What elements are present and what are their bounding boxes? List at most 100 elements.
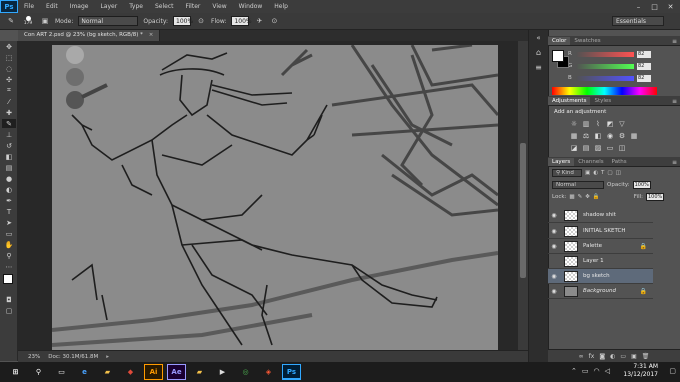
menu-type[interactable]: Type — [123, 3, 149, 10]
scrollbar-thumb[interactable] — [520, 143, 526, 278]
visibility-eye-icon[interactable]: ◉ — [548, 288, 560, 295]
task-view-icon[interactable]: ▭ — [52, 364, 71, 380]
menu-filter[interactable]: Filter — [180, 3, 207, 10]
canvas[interactable] — [52, 45, 498, 350]
red-slider[interactable]: R 82 — [568, 50, 676, 58]
clock[interactable]: 7:31 AM 13/12/2017 — [623, 363, 658, 379]
folder-icon[interactable]: ▰ — [190, 364, 209, 380]
photoshop-app-icon[interactable]: Ps — [282, 364, 301, 380]
file-explorer-icon[interactable]: ▰ — [98, 364, 117, 380]
brush-tool-icon[interactable]: ✎ — [6, 16, 16, 26]
color-lookup-icon[interactable]: ▦ — [630, 132, 638, 140]
menu-image[interactable]: Image — [64, 3, 95, 10]
panel-foreground-swatch[interactable] — [552, 50, 564, 62]
tab-channels[interactable]: Channels — [574, 158, 607, 166]
pressure-size-icon[interactable]: ⊙ — [269, 16, 279, 26]
color-swatches[interactable] — [2, 273, 17, 293]
layer-row[interactable]: ◉ INITIAL SKETCH — [548, 224, 653, 239]
fill-field[interactable]: 100% — [646, 193, 664, 201]
layer-style-icon[interactable]: fx — [589, 353, 595, 360]
threshold-icon[interactable]: ▨ — [594, 144, 602, 152]
blend-mode-select[interactable]: Normal — [552, 181, 604, 189]
foreground-color-swatch[interactable] — [3, 274, 13, 284]
windows-start-icon[interactable]: ⊞ — [6, 364, 25, 380]
battery-icon[interactable]: ▭ — [582, 367, 589, 375]
layer-name[interactable]: INITIAL SKETCH — [583, 228, 626, 234]
curves-icon[interactable]: ⌇ — [594, 120, 602, 128]
opacity-field[interactable]: 100% — [173, 16, 193, 26]
menu-view[interactable]: View — [206, 3, 232, 10]
clone-stamp-tool-icon[interactable]: ⊥ — [2, 130, 16, 139]
layer-opacity-field[interactable]: 100% — [632, 181, 651, 189]
marquee-tool-icon[interactable]: ⬚ — [2, 53, 16, 62]
status-arrow-icon[interactable]: ▸ — [106, 354, 109, 360]
layer-row[interactable]: ◉ Palette 🔒 — [548, 239, 653, 254]
layer-name[interactable]: Layer 1 — [583, 258, 604, 264]
posterize-icon[interactable]: ▤ — [582, 144, 590, 152]
search-icon[interactable]: ⚲ — [29, 364, 48, 380]
levels-icon[interactable]: ▥ — [582, 120, 590, 128]
layer-row[interactable]: ◉ Layer 1 — [548, 254, 653, 269]
crop-tool-icon[interactable]: ⌗ — [2, 86, 16, 95]
menu-edit[interactable]: Edit — [40, 3, 64, 10]
healing-brush-tool-icon[interactable]: ✚ — [2, 108, 16, 117]
panel-menu-icon[interactable]: ≡ — [669, 98, 680, 105]
menu-help[interactable]: Help — [268, 3, 294, 10]
menu-select[interactable]: Select — [149, 3, 180, 10]
lock-position-icon[interactable]: ✥ — [585, 194, 590, 200]
flow-field[interactable]: 100% — [231, 16, 252, 26]
mode-select[interactable]: Normal — [78, 16, 139, 26]
visibility-eye-icon[interactable]: ◉ — [548, 273, 560, 280]
tab-styles[interactable]: Styles — [590, 97, 615, 105]
filter-adjustment-icon[interactable]: ◐ — [593, 170, 598, 176]
blue-track[interactable] — [576, 75, 634, 81]
layer-row-selected[interactable]: ◉ bg sketch — [548, 269, 653, 284]
filter-smart-icon[interactable]: ◫ — [616, 170, 621, 176]
more-tools-icon[interactable]: ⋯ — [2, 262, 16, 271]
lock-pixels-icon[interactable]: ✎ — [578, 194, 583, 200]
green-value[interactable]: 82 — [637, 62, 651, 70]
filter-pixel-icon[interactable]: ▣ — [585, 170, 590, 176]
color-spectrum-bar[interactable] — [552, 87, 657, 95]
lock-transparent-icon[interactable]: ▩ — [569, 194, 574, 200]
green-slider[interactable]: G 82 — [568, 62, 676, 70]
zoom-level[interactable]: 23% — [28, 354, 40, 360]
close-tab-icon[interactable]: × — [149, 32, 154, 38]
blur-tool-icon[interactable]: ● — [2, 174, 16, 183]
black-white-icon[interactable]: ◧ — [594, 132, 602, 140]
tray-arrow-icon[interactable]: ⌃ — [571, 367, 577, 375]
notifications-icon[interactable]: ▢ — [669, 367, 676, 375]
dodge-tool-icon[interactable]: ◐ — [2, 185, 16, 194]
quick-select-tool-icon[interactable]: ✣ — [2, 75, 16, 84]
zoom-tool-icon[interactable]: ⚲ — [2, 251, 16, 260]
tab-adjustments[interactable]: Adjustments — [548, 97, 591, 105]
maximize-icon[interactable]: □ — [647, 0, 662, 13]
filter-shape-icon[interactable]: ▢ — [607, 170, 612, 176]
menu-layer[interactable]: Layer — [94, 3, 123, 10]
tab-swatches[interactable]: Swatches — [570, 37, 604, 45]
media-app-icon[interactable]: ▶ — [213, 364, 232, 380]
history-panel-icon[interactable]: ⌂ — [529, 48, 548, 57]
after-effects-app-icon[interactable]: Ae — [167, 364, 186, 380]
quick-mask-icon[interactable]: ◘ — [2, 295, 16, 304]
layer-name[interactable]: bg sketch — [583, 273, 610, 279]
filter-type-icon[interactable]: T — [601, 170, 604, 176]
eyedropper-tool-icon[interactable]: ⁄ — [2, 97, 16, 106]
workspace-select[interactable]: Essentials — [612, 16, 664, 26]
invert-icon[interactable]: ◪ — [570, 144, 578, 152]
chrome-icon[interactable]: ◎ — [236, 364, 255, 380]
layer-row[interactable]: ◉ shadow shit — [548, 208, 653, 223]
properties-panel-icon[interactable]: ≡ — [529, 63, 548, 72]
type-tool-icon[interactable]: T — [2, 207, 16, 216]
pressure-opacity-icon[interactable]: ⊙ — [196, 16, 206, 26]
exposure-icon[interactable]: ◩ — [606, 120, 614, 128]
new-layer-icon[interactable]: ▣ — [631, 353, 637, 360]
layer-kind-filter[interactable]: ⚲ Kind — [552, 169, 582, 177]
gradient-tool-icon[interactable]: ▤ — [2, 163, 16, 172]
photo-filter-icon[interactable]: ◉ — [606, 132, 614, 140]
visibility-eye-icon[interactable]: ◉ — [548, 243, 560, 250]
blue-slider[interactable]: B 82 — [568, 74, 676, 82]
edge-browser-icon[interactable]: e — [75, 364, 94, 380]
add-mask-icon[interactable]: ◙ — [599, 353, 605, 360]
visibility-eye-icon[interactable]: ◉ — [548, 258, 560, 265]
